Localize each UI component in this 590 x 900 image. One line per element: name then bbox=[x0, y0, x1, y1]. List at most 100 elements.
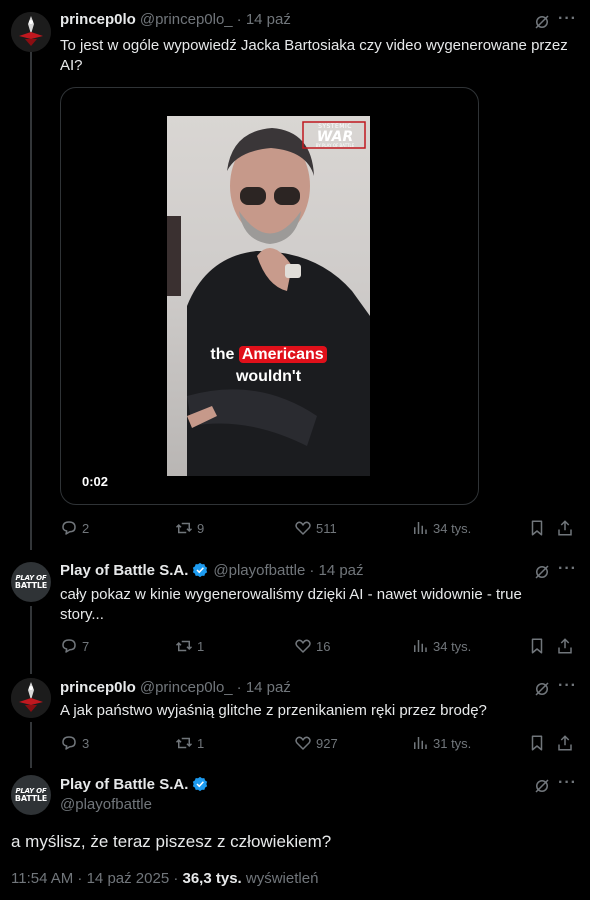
bookmark-icon[interactable] bbox=[528, 519, 546, 537]
like-button[interactable]: 16 bbox=[294, 636, 330, 656]
author-name[interactable]: princep0lo bbox=[60, 679, 136, 696]
avatar-image bbox=[11, 12, 51, 52]
avatar-princep0lo[interactable] bbox=[11, 678, 51, 718]
caption-line2: wouldn't bbox=[235, 368, 302, 385]
grok-icon[interactable] bbox=[533, 13, 551, 31]
like-count: 16 bbox=[316, 638, 331, 654]
tweet-actions: 3 1 927 31 tys. bbox=[60, 733, 580, 753]
more-icon[interactable]: ··· bbox=[558, 677, 577, 695]
avatar-logo: PLAY OF BATTLE bbox=[14, 788, 48, 803]
bookmark-icon[interactable] bbox=[528, 637, 546, 655]
reply-count: 7 bbox=[82, 638, 90, 654]
repost-button[interactable]: 9 bbox=[175, 518, 204, 538]
thread-line bbox=[30, 52, 32, 550]
views-icon bbox=[414, 522, 427, 534]
tweet-header: Play of Battle S.A. @playofbattle · 14 p… bbox=[60, 561, 364, 579]
reply-count: 3 bbox=[82, 735, 90, 751]
views-icon bbox=[414, 737, 427, 749]
video-frame[interactable]: SYSTEMIC WAR BY PLAY OF BATTLE the Ameri… bbox=[167, 116, 370, 476]
repost-icon bbox=[175, 522, 193, 534]
views-count: 34 tys. bbox=[433, 638, 472, 654]
caption-word-the: the bbox=[210, 346, 239, 363]
share-icon[interactable] bbox=[556, 637, 574, 655]
avatar-playofbattle[interactable]: PLAY OF BATTLE bbox=[11, 775, 51, 815]
main-author-name[interactable]: Play of Battle S.A. bbox=[60, 776, 188, 793]
main-tweet-header: Play of Battle S.A. bbox=[60, 775, 209, 793]
video-timer: 0:02 bbox=[80, 473, 111, 490]
caption-highlight: Americans bbox=[238, 346, 327, 363]
like-button[interactable]: 511 bbox=[294, 518, 337, 538]
views-icon bbox=[414, 640, 427, 652]
main-author-handle[interactable]: @playofbattle bbox=[60, 796, 152, 813]
video-logo: SYSTEMIC WAR BY PLAY OF BATTLE bbox=[305, 124, 365, 148]
reply-icon bbox=[62, 521, 76, 535]
grok-icon[interactable] bbox=[533, 563, 551, 581]
like-button[interactable]: 927 bbox=[294, 733, 338, 753]
tweet-date[interactable]: · 14 paź bbox=[237, 11, 291, 28]
bookmark-icon[interactable] bbox=[528, 734, 546, 752]
share-icon[interactable] bbox=[556, 734, 574, 752]
avatar-image bbox=[11, 678, 51, 718]
grok-icon[interactable] bbox=[533, 777, 551, 795]
reply-icon bbox=[62, 639, 76, 653]
like-count: 927 bbox=[316, 735, 338, 751]
tweet-text: A jak państwo wyjaśnią glitche z przenik… bbox=[60, 702, 487, 719]
avatar-logo-line2: BATTLE bbox=[14, 581, 48, 590]
verified-badge-icon bbox=[193, 776, 208, 792]
tweet-text: cały pokaz w kinie wygenerowaliśmy dzięk… bbox=[60, 586, 522, 623]
reply-count: 2 bbox=[82, 520, 90, 536]
author-name[interactable]: princep0lo bbox=[60, 11, 136, 28]
repost-count: 1 bbox=[197, 638, 205, 654]
share-icon[interactable] bbox=[556, 519, 574, 537]
avatar-playofbattle[interactable]: PLAY OF BATTLE bbox=[11, 562, 51, 602]
main-views-count: 36,3 tys. bbox=[182, 870, 242, 887]
heart-icon bbox=[295, 736, 311, 750]
heart-icon bbox=[295, 639, 311, 653]
thread-line bbox=[30, 722, 32, 768]
main-tweet-meta: 11:54 AM · 14 paź 2025 · 36,3 tys. wyświ… bbox=[11, 870, 318, 887]
views-count: 31 tys. bbox=[433, 735, 472, 751]
repost-button[interactable]: 1 bbox=[175, 636, 204, 656]
views-button[interactable]: 34 tys. bbox=[411, 518, 471, 538]
video-player[interactable]: SYSTEMIC WAR BY PLAY OF BATTLE the Ameri… bbox=[60, 87, 479, 505]
main-tweet-text: a myślisz, że teraz piszesz z człowiekie… bbox=[11, 832, 332, 851]
author-handle[interactable]: @princep0lo_ bbox=[140, 679, 233, 696]
thread-line bbox=[30, 606, 32, 674]
tweet-header: princep0lo @princep0lo_ · 14 paź bbox=[60, 11, 291, 28]
tweet-actions: 7 1 16 34 tys. bbox=[60, 636, 580, 656]
tweet-header: princep0lo @princep0lo_ · 14 paź bbox=[60, 679, 291, 696]
author-name[interactable]: Play of Battle S.A. bbox=[60, 562, 188, 579]
repost-count: 1 bbox=[197, 735, 205, 751]
repost-icon bbox=[175, 737, 193, 749]
logo-line2: WAR bbox=[316, 129, 354, 145]
repost-button[interactable]: 1 bbox=[175, 733, 204, 753]
avatar-princep0lo[interactable] bbox=[11, 12, 51, 52]
logo-line3: BY PLAY OF BATTLE bbox=[315, 143, 355, 148]
tweet-date[interactable]: · 14 paź bbox=[237, 679, 291, 696]
tweet-actions: 2 9 511 34 tys. bbox=[60, 518, 580, 538]
video-thumbnail bbox=[167, 121, 370, 476]
reply-button[interactable]: 7 bbox=[60, 636, 89, 656]
more-icon[interactable]: ··· bbox=[558, 774, 577, 792]
views-button[interactable]: 31 tys. bbox=[411, 733, 471, 753]
reply-button[interactable]: 2 bbox=[60, 518, 89, 538]
views-button[interactable]: 34 tys. bbox=[411, 636, 471, 656]
verified-badge-icon bbox=[193, 562, 208, 578]
heart-icon bbox=[295, 521, 311, 535]
more-icon[interactable]: ··· bbox=[558, 560, 577, 578]
reply-button[interactable]: 3 bbox=[60, 733, 89, 753]
tweet-text: To jest w ogóle wypowiedź Jacka Bartosia… bbox=[60, 37, 568, 74]
repost-count: 9 bbox=[197, 520, 205, 536]
more-icon[interactable]: ··· bbox=[558, 10, 577, 28]
avatar-logo: PLAY OF BATTLE bbox=[14, 575, 48, 590]
reply-icon bbox=[62, 736, 76, 750]
repost-icon bbox=[175, 640, 193, 652]
grok-icon[interactable] bbox=[533, 680, 551, 698]
like-count: 511 bbox=[316, 520, 337, 536]
tweet-date[interactable]: · 14 paź bbox=[309, 562, 363, 579]
main-tweet-time[interactable]: 11:54 AM · 14 paź 2025 · bbox=[11, 870, 183, 887]
video-caption: the Americans wouldn't bbox=[167, 344, 370, 388]
avatar-logo-line2: BATTLE bbox=[14, 794, 48, 803]
author-handle[interactable]: @princep0lo_ bbox=[140, 11, 233, 28]
author-handle[interactable]: @playofbattle bbox=[213, 562, 305, 579]
